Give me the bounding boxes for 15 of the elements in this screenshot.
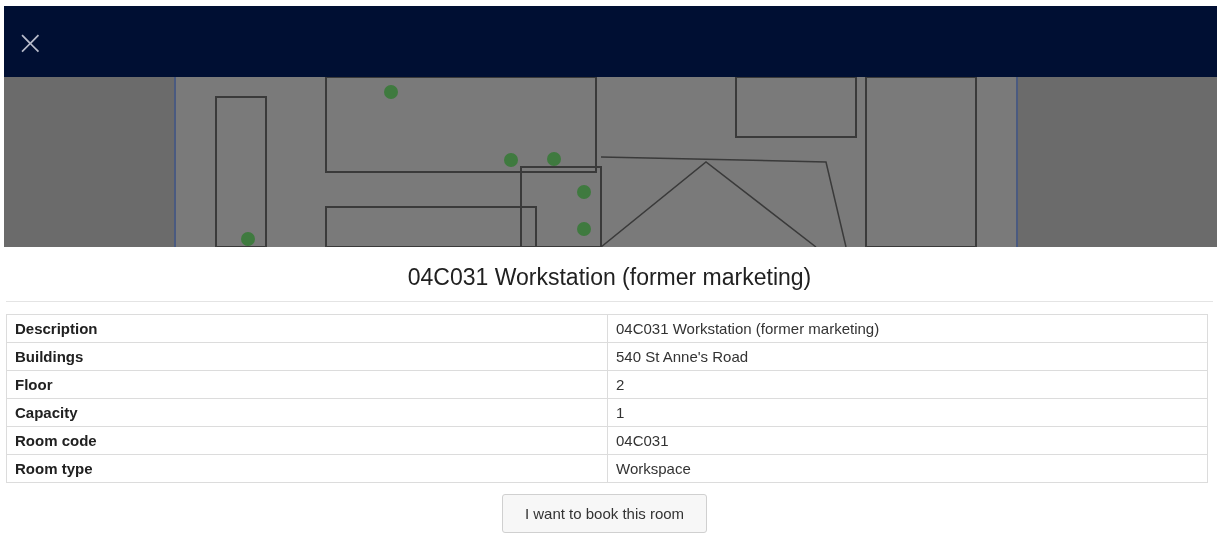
value-cell: 04C031 Workstation (former marketing) <box>607 314 1208 343</box>
room-title: 04C031 Workstation (former marketing) <box>6 247 1213 302</box>
label-cell: Room type <box>6 454 608 483</box>
label-cell: Room code <box>6 426 608 455</box>
close-button[interactable]: × <box>4 24 57 59</box>
label-cell: Buildings <box>6 342 608 371</box>
label-cell: Floor <box>6 370 608 399</box>
book-button[interactable]: I want to book this room <box>501 494 708 533</box>
value-cell: 1 <box>607 398 1208 427</box>
value-cell: 540 St Anne's Road <box>607 342 1208 371</box>
value-cell: 2 <box>607 370 1208 399</box>
value-cell: Workspace <box>607 454 1208 483</box>
label-cell: Capacity <box>6 398 608 427</box>
value-cell: 04C031 <box>607 426 1208 455</box>
label-cell: Description <box>6 314 608 343</box>
